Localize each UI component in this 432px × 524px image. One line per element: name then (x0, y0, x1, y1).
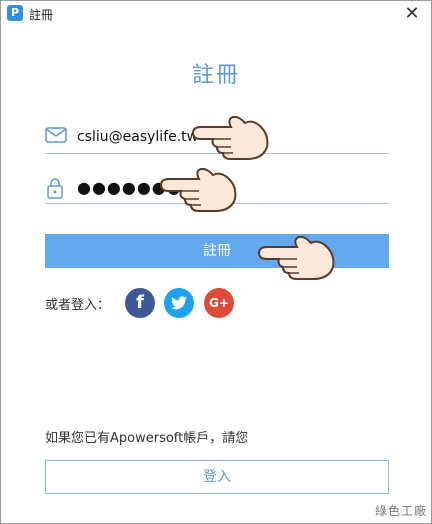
googleplus-icon[interactable]: G+ (204, 288, 234, 318)
twitter-icon[interactable] (164, 288, 194, 318)
social-login-label: 或者登入： (45, 298, 111, 313)
email-icon (45, 127, 67, 143)
register-button[interactable]: 註冊 (45, 234, 389, 268)
window-title: 註冊 (29, 8, 54, 22)
facebook-icon[interactable]: f (125, 288, 155, 318)
pointing-hand-icon (159, 167, 237, 212)
pointing-hand-icon (257, 235, 335, 280)
existing-account-prompt: 如果您已有Apowersoft帳戶，請您 (45, 431, 249, 446)
titlebar: P 註冊 ✕ (1, 1, 431, 27)
watermark: 綠色工廠 (374, 504, 427, 518)
close-button[interactable]: ✕ (401, 3, 423, 25)
login-button[interactable]: 登入 (45, 460, 389, 494)
app-icon: P (7, 5, 23, 21)
page-title: 註冊 (191, 63, 240, 88)
register-window: P 註冊 ✕ 註冊 註冊 或者登入： f G+ 如果您已有Apowersoft帳… (0, 0, 432, 524)
lock-icon (47, 178, 63, 199)
pointing-hand-icon (191, 115, 269, 160)
